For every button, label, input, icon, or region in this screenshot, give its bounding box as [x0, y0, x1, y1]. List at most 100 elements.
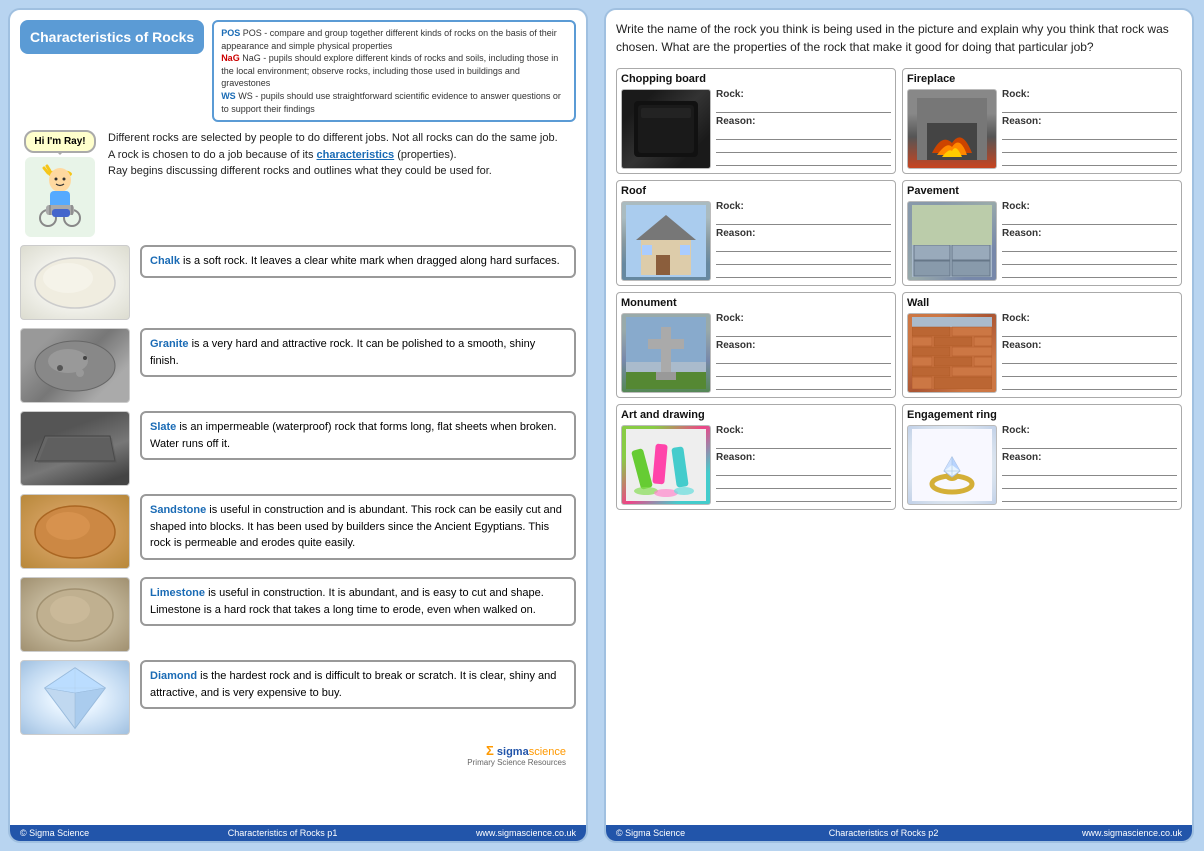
footer-right-right: www.sigmascience.co.uk — [1082, 828, 1182, 838]
granite-desc: is a very hard and attractive rock. It c… — [150, 338, 535, 367]
rock-row-sandstone: Sandstone is useful in construction and … — [20, 494, 576, 569]
rock-line-chopping — [716, 101, 891, 113]
cell-content-wall: Rock: Reason: — [907, 313, 1177, 393]
rock-label-fireplace: Rock: — [1002, 89, 1177, 100]
rock-line-roof — [716, 213, 891, 225]
reason-field-ring: Reason: — [1002, 452, 1177, 502]
rock-line-monument — [716, 325, 891, 337]
cell-fields-ring: Rock: Reason: — [1002, 425, 1177, 502]
cell-title-monument: Monument — [621, 297, 891, 309]
rock-label-ring: Rock: — [1002, 425, 1177, 436]
cell-img-roof — [621, 201, 711, 281]
reason-line1-chopping — [716, 128, 891, 140]
activity-cell-wall: Wall — [902, 292, 1182, 398]
pos-label: POS — [221, 28, 240, 38]
sigma-science-text: science — [529, 746, 566, 758]
rock-img-granite — [20, 328, 130, 403]
rock-field-pavement: Rock: — [1002, 201, 1177, 225]
cell-content-monument: Rock: Reason: — [621, 313, 891, 393]
rock-desc-sandstone: Sandstone is useful in construction and … — [140, 494, 576, 560]
rock-desc-limestone: Limestone is useful in construction. It … — [140, 577, 576, 626]
cell-content-pavement: Rock: Reason: — [907, 201, 1177, 281]
rock-label-roof: Rock: — [716, 201, 891, 212]
rock-desc-slate: Slate is an impermeable (waterproof) roc… — [140, 411, 576, 460]
footer-left-left: © Sigma Science — [20, 828, 89, 838]
cell-content-chopping: Rock: Reason: — [621, 89, 891, 169]
nag-text: NaG - pupils should explore different ki… — [221, 53, 558, 88]
right-footer: © Sigma Science Characteristics of Rocks… — [606, 825, 1192, 841]
rock-row-chalk: Chalk is a soft rock. It leaves a clear … — [20, 245, 576, 320]
cell-img-art — [621, 425, 711, 505]
intro-text: Different rocks are selected by people t… — [108, 130, 576, 180]
cell-title-pavement: Pavement — [907, 185, 1177, 197]
ray-section: Hi I'm Ray! — [20, 130, 576, 237]
reason-field-fireplace: Reason: — [1002, 116, 1177, 166]
reason-line3-ring — [1002, 492, 1177, 502]
reason-line3-wall — [1002, 380, 1177, 390]
cell-title-fireplace: Fireplace — [907, 73, 1177, 85]
chalk-desc: is a soft rock. It leaves a clear white … — [183, 255, 560, 267]
reason-line3-roof — [716, 268, 891, 278]
cell-img-wall — [907, 313, 997, 393]
reason-line2-art — [716, 479, 891, 489]
sigma-tagline: Primary Science Resources — [20, 758, 566, 767]
activity-cell-pavement: Pavement — [902, 180, 1182, 286]
cell-fields-pavement: Rock: Reason: — [1002, 201, 1177, 278]
rock-img-slate — [20, 411, 130, 486]
ws-text: WS - pupils should use straightforward s… — [221, 91, 561, 114]
sigma-symbol: Σ — [486, 743, 494, 758]
granite-name: Granite — [150, 338, 189, 350]
rock-field-monument: Rock: — [716, 313, 891, 337]
reason-line2-pavement — [1002, 255, 1177, 265]
sigma-name: sigma — [497, 746, 529, 758]
pos-text: POS - compare and group together differe… — [221, 28, 557, 51]
reason-line1-monument — [716, 352, 891, 364]
activity-cell-chopping: Chopping board Rock: Reason: — [616, 68, 896, 174]
rock-img-sandstone — [20, 494, 130, 569]
cell-title-wall: Wall — [907, 297, 1177, 309]
reason-line2-fireplace — [1002, 143, 1177, 153]
cell-fields-wall: Rock: Reason: — [1002, 313, 1177, 390]
cell-title-chopping: Chopping board — [621, 73, 891, 85]
cell-content-roof: Rock: Reason: — [621, 201, 891, 281]
cell-content-art: Rock: Reason: — [621, 425, 891, 505]
rock-desc-granite: Granite is a very hard and attractive ro… — [140, 328, 576, 377]
reason-label-chopping: Reason: — [716, 116, 891, 127]
cell-title-roof: Roof — [621, 185, 891, 197]
sandstone-desc: is useful in construction and is abundan… — [150, 504, 562, 549]
page-title: Characteristics of Rocks — [20, 20, 204, 54]
cell-img-chopping — [621, 89, 711, 169]
footer-center-right: Characteristics of Rocks p2 — [829, 828, 939, 838]
reason-line3-monument — [716, 380, 891, 390]
reason-label-wall: Reason: — [1002, 340, 1177, 351]
rock-field-wall: Rock: — [1002, 313, 1177, 337]
rock-label-wall: Rock: — [1002, 313, 1177, 324]
rock-label-chopping: Rock: — [716, 89, 891, 100]
reason-field-monument: Reason: — [716, 340, 891, 390]
rock-line-fireplace — [1002, 101, 1177, 113]
reason-label-ring: Reason: — [1002, 452, 1177, 463]
rock-label-pavement: Rock: — [1002, 201, 1177, 212]
cell-fields-art: Rock: Reason: — [716, 425, 891, 502]
footer-left-right: © Sigma Science — [616, 828, 685, 838]
footer-right-left: www.sigmascience.co.uk — [476, 828, 576, 838]
left-page: Characteristics of Rocks POS POS - compa… — [8, 8, 588, 843]
rock-label-monument: Rock: — [716, 313, 891, 324]
reason-field-roof: Reason: — [716, 228, 891, 278]
reason-line1-art — [716, 464, 891, 476]
nag-label: NaG — [221, 53, 240, 63]
reason-label-monument: Reason: — [716, 340, 891, 351]
rock-line-art — [716, 437, 891, 449]
activity-cell-monument: Monument — [616, 292, 896, 398]
rock-line-ring — [1002, 437, 1177, 449]
diamond-desc: is the hardest rock and is difficult to … — [150, 670, 556, 699]
right-page: Write the name of the rock you think is … — [604, 8, 1194, 843]
activity-cell-ring: Engagement ring — [902, 404, 1182, 510]
rock-img-diamond — [20, 660, 130, 735]
cell-content-fireplace: Rock: Reason: — [907, 89, 1177, 169]
reason-line1-roof — [716, 240, 891, 252]
cell-content-ring: Rock: Reason: — [907, 425, 1177, 505]
footer-center-left: Characteristics of Rocks p1 — [228, 828, 338, 838]
cell-img-pavement — [907, 201, 997, 281]
reason-label-fireplace: Reason: — [1002, 116, 1177, 127]
